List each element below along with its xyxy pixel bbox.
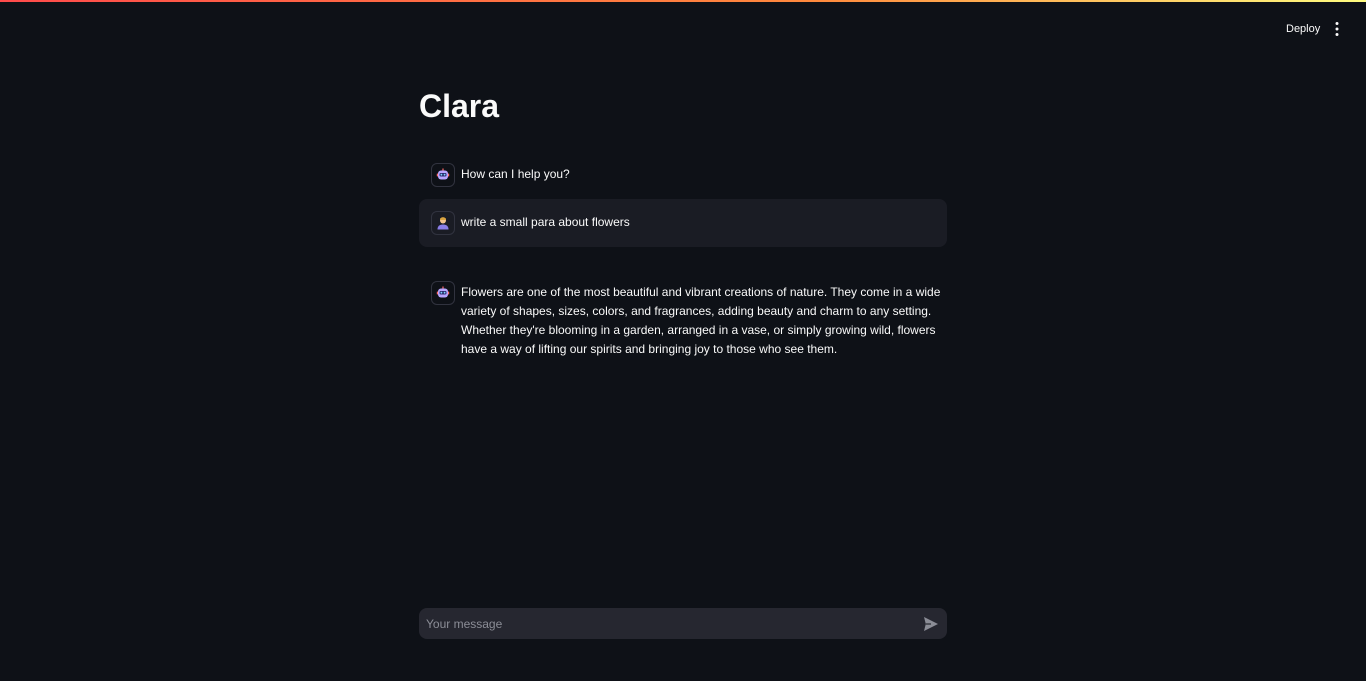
send-icon [924,617,938,631]
message-text: write a small para about flowers [461,215,630,229]
main-menu-button[interactable] [1327,19,1347,39]
page-title: Clara [419,88,500,124]
robot-icon [436,168,450,180]
message-text: How can I help you? [461,167,570,181]
user-avatar [431,211,455,235]
message-text: Flowers are one of the most beautiful an… [461,285,941,356]
deploy-button[interactable]: Deploy [1278,18,1328,40]
robot-icon [436,286,450,298]
app-header: Deploy [0,2,1366,50]
user-icon [437,217,449,230]
chat-message-user: write a small para about flowers [419,199,947,247]
send-button[interactable] [922,615,940,633]
chat-input-container [419,608,947,639]
chat-message-assistant: Flowers are one of the most beautiful an… [419,269,947,371]
more-vertical-icon [1335,22,1339,36]
chat-message-assistant: How can I help you? [419,151,947,199]
assistant-avatar [431,163,455,187]
assistant-avatar [431,281,455,305]
chat-message-input[interactable] [419,608,909,639]
